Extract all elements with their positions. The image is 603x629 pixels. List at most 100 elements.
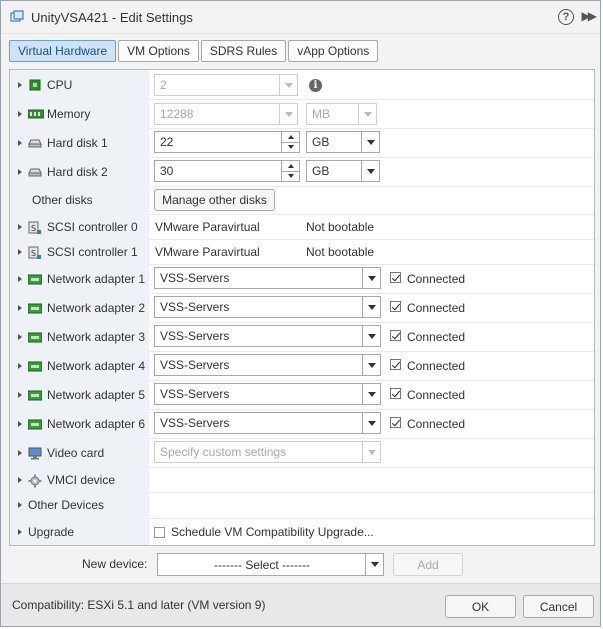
network-select[interactable]: VSS-Servers <box>154 412 381 434</box>
hard-disk-1-unit-select[interactable]: GB <box>306 131 380 153</box>
hard-disk-2-size-input[interactable]: 30 <box>154 160 300 182</box>
connected-checkbox[interactable] <box>390 330 401 341</box>
network-adapter-icon <box>27 331 43 343</box>
connected-label: Connected <box>407 329 466 344</box>
connected-label: Connected <box>407 271 466 286</box>
chevron-down-icon <box>362 413 380 433</box>
expand-arrow-icon[interactable] <box>18 362 22 369</box>
expand-arrow-icon[interactable] <box>18 333 22 340</box>
video-card-label: Video card <box>47 445 105 460</box>
network-select[interactable]: VSS-Servers <box>154 325 381 347</box>
connected-checkbox[interactable] <box>390 301 401 312</box>
hard-disk-1-size-input[interactable]: 22 <box>154 131 300 153</box>
help-icon[interactable]: ? <box>558 9 574 25</box>
tab-vm-options[interactable]: VM Options <box>118 40 199 62</box>
connected-checkbox[interactable] <box>390 359 401 370</box>
scsi-controller-icon: S <box>28 221 42 234</box>
hardware-row-network-adapter: Network adapter 1 VSS-Servers Connected <box>10 264 594 294</box>
chevron-down-icon <box>365 554 383 575</box>
hardware-row-other-devices: Other Devices <box>10 492 594 519</box>
dialog-title: UnityVSA421 - Edit Settings <box>31 9 193 25</box>
scsi-0-type: VMware Paravirtual <box>155 219 260 234</box>
ok-button[interactable]: OK <box>445 595 516 618</box>
double-chevron-right-icon[interactable]: ▶▶ <box>582 9 598 23</box>
hard-disk-icon <box>28 166 42 178</box>
chevron-down-icon <box>361 161 379 181</box>
add-device-button[interactable]: Add <box>393 553 463 576</box>
memory-size-input[interactable]: 12288 <box>154 103 298 125</box>
vm-icon <box>10 10 24 24</box>
tab-vapp-options[interactable]: vApp Options <box>288 40 379 62</box>
expand-arrow-icon[interactable] <box>18 139 22 146</box>
hardware-row-vmci-device: VMCI device <box>10 467 594 493</box>
hard-disk-2-unit-select[interactable]: GB <box>306 160 380 182</box>
scsi-0-label: SCSI controller 0 <box>47 219 138 234</box>
network-select[interactable]: VSS-Servers <box>154 383 381 405</box>
network-select[interactable]: VSS-Servers <box>154 267 381 289</box>
connected-checkbox[interactable] <box>390 417 401 428</box>
video-card-settings-select[interactable]: Specify custom settings <box>154 441 381 463</box>
connected-checkbox[interactable] <box>390 272 401 283</box>
expand-arrow-icon[interactable] <box>18 449 22 456</box>
tab-sdrs-rules[interactable]: SDRS Rules <box>200 40 287 62</box>
vmci-device-label: VMCI device <box>47 472 116 487</box>
title-bar: UnityVSA421 - Edit Settings ? ▶▶ <box>1 1 600 34</box>
expand-arrow-icon[interactable] <box>18 223 22 230</box>
hardware-row-hard-disk-2: Hard disk 2 30 GB <box>10 157 594 187</box>
expand-arrow-icon[interactable] <box>18 81 22 88</box>
expand-arrow-icon[interactable] <box>18 275 22 282</box>
cpu-count-select[interactable]: 2 <box>154 74 298 96</box>
network-adapter-label: Network adapter 4 <box>47 358 146 373</box>
chevron-down-icon <box>279 104 297 124</box>
expand-arrow-icon[interactable] <box>18 476 22 483</box>
expand-arrow-icon[interactable] <box>18 529 22 535</box>
hardware-row-cpu: CPU 2 i <box>10 70 594 100</box>
connected-label: Connected <box>407 387 466 402</box>
network-adapter-icon <box>27 273 43 285</box>
expand-arrow-icon[interactable] <box>18 420 22 427</box>
gear-icon <box>28 474 42 487</box>
expand-arrow-icon[interactable] <box>18 304 22 311</box>
hard-disk-1-label: Hard disk 1 <box>47 135 108 150</box>
network-adapter-icon <box>27 418 43 430</box>
chevron-down-icon <box>362 297 380 317</box>
expand-arrow-icon[interactable] <box>18 110 22 117</box>
expand-arrow-icon[interactable] <box>18 248 22 255</box>
stepper-icon[interactable] <box>281 132 299 152</box>
hardware-row-other-disks: Other disks Manage other disks <box>10 186 594 215</box>
connected-label: Connected <box>407 358 466 373</box>
cancel-button[interactable]: Cancel <box>523 595 594 618</box>
memory-unit-select[interactable]: MB <box>306 103 377 125</box>
hardware-row-video-card: Video card Specify custom settings <box>10 438 594 468</box>
chevron-down-icon <box>358 104 376 124</box>
new-device-label: New device: <box>82 557 148 571</box>
edit-settings-dialog: UnityVSA421 - Edit Settings ? ▶▶ Virtual… <box>0 0 601 627</box>
schedule-upgrade-checkbox[interactable] <box>154 527 165 538</box>
cpu-label: CPU <box>47 77 73 92</box>
chevron-down-icon <box>279 75 297 95</box>
hardware-row-network-adapter: Network adapter 2 VSS-Servers Connected <box>10 293 594 323</box>
other-devices-label: Other Devices <box>28 498 105 512</box>
chevron-down-icon <box>362 355 380 375</box>
expand-arrow-icon[interactable] <box>18 502 22 508</box>
new-device-select[interactable]: ------- Select ------- <box>157 553 384 576</box>
chevron-down-icon <box>361 132 379 152</box>
expand-arrow-icon[interactable] <box>18 168 22 175</box>
connected-checkbox[interactable] <box>390 388 401 399</box>
tab-virtual-hardware[interactable]: Virtual Hardware <box>9 40 117 62</box>
manage-other-disks-button[interactable]: Manage other disks <box>154 189 275 211</box>
hardware-row-network-adapter: Network adapter 4 VSS-Servers Connected <box>10 351 594 381</box>
expand-arrow-icon[interactable] <box>18 391 22 398</box>
network-adapter-label: Network adapter 3 <box>47 329 146 344</box>
cpu-icon <box>28 79 42 91</box>
network-adapter-label: Network adapter 2 <box>47 300 146 315</box>
scsi-0-boot: Not bootable <box>306 219 375 234</box>
network-select[interactable]: VSS-Servers <box>154 296 381 318</box>
network-adapter-label: Network adapter 5 <box>47 387 146 402</box>
hardware-row-scsi-0: S SCSI controller 0 VMware Paravirtual N… <box>10 214 594 240</box>
network-select[interactable]: VSS-Servers <box>154 354 381 376</box>
compatibility-text: Compatibility: ESXi 5.1 and later (VM ve… <box>12 598 266 612</box>
stepper-icon[interactable] <box>281 161 299 181</box>
network-adapter-icon <box>27 389 43 401</box>
info-icon[interactable]: i <box>309 79 322 92</box>
